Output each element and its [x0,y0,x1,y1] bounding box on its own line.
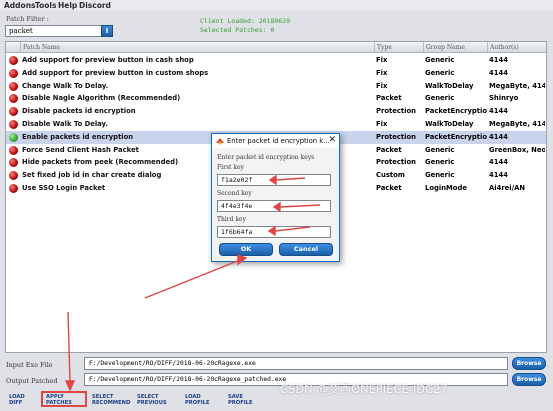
save-profile-button[interactable]: SAVE PROFILE [225,393,265,409]
browse-output-button[interactable]: Browse [512,373,546,386]
patch-filter-label: Patch Filter : [6,15,49,23]
watermark: CSDN @艾西ONEPIECE-IDC27 [280,382,448,396]
enabled-status-icon[interactable] [9,132,18,142]
table-row[interactable]: Disable Walk To Delay. Fix WalkToDelay Mega… [6,118,546,131]
type-cell: Packet [376,184,402,192]
type-cell: Fix [376,68,388,77]
load-profile-button[interactable]: LOAD PROFILE [182,393,222,409]
group-cell: PacketEncryption [425,132,487,141]
third-key-input[interactable]: 1f6b64fa [217,226,331,238]
group-cell: WalkToDelay [425,81,474,90]
author-cell: 4144 [489,56,508,64]
disabled-status-icon[interactable] [9,94,18,104]
disabled-status-icon[interactable] [9,56,18,65]
table-header: Patch Name Type Group Name Author(s) [6,42,546,53]
type-cell: Protection [376,107,416,116]
ok-button[interactable]: OK [219,243,273,256]
table-row[interactable]: Change Walk To Delay. Fix WalkToDelay MegaB… [6,80,546,93]
first-key-input[interactable]: f1a2e02f [217,174,331,186]
disabled-status-icon[interactable] [9,158,18,168]
encryption-keys-dialog: Enter packet id encryption k... ✕ Enter … [211,133,340,262]
type-cell: Fix [376,81,388,90]
group-cell: WalkToDelay [425,120,474,128]
menu-discord[interactable]: Discord [79,1,111,10]
input-exe-label: Input Exe File [6,361,53,369]
author-cell: MegaByte, 4144 [489,81,545,90]
app-icon [216,138,224,145]
type-cell: Packet [376,94,402,103]
disabled-status-icon[interactable] [9,184,18,193]
client-loaded-status: Client Loaded: 20180620 [200,17,291,25]
annotation-arrowhead [64,380,76,392]
type-cell: Protection [376,158,416,167]
patch-name-cell: Add support for preview button in cash s… [22,56,194,64]
third-key-label: Third key [217,216,246,223]
type-cell: Custom [376,171,405,180]
author-cell: MegaByte, 4144 [489,120,545,128]
load-diff-button[interactable]: LOAD DIFF [6,393,46,409]
select-previous-button[interactable]: SELECT PREVIOUS [134,393,174,409]
second-key-label: Second key [217,190,252,197]
patch-name-cell: Disable packets id encryption [22,107,136,116]
type-cell: Protection [376,132,416,141]
header-patch-name[interactable]: Patch Name [20,42,374,53]
table-row[interactable]: Add support for preview button in custom… [6,67,546,80]
disabled-status-icon[interactable] [9,120,18,129]
disabled-status-icon[interactable] [9,171,18,181]
patch-name-cell: Disable Walk To Delay. [22,120,108,128]
group-cell: Generic [425,145,455,154]
dialog-titlebar[interactable]: Enter packet id encryption k... ✕ [212,134,339,148]
group-cell: Generic [425,94,455,103]
group-cell: Generic [425,68,455,77]
author-cell: 4144 [489,158,508,167]
group-cell: Generic [425,56,455,64]
patch-name-cell: Add support for preview button in custom… [22,68,209,77]
table-row[interactable]: Add support for preview button in cash s… [6,54,546,67]
group-cell: Generic [425,158,455,167]
apply-patches-button[interactable]: APPLY PATCHES [41,391,87,407]
input-exe-field[interactable]: F:/Development/RO/DIFF/2018-06-20cRagexe… [84,357,508,370]
select-recommended-button[interactable]: SELECT RECOMMEND [89,393,133,409]
disabled-status-icon[interactable] [9,145,18,155]
disabled-status-icon[interactable] [9,81,18,91]
disabled-status-icon[interactable] [9,107,18,117]
dialog-prompt: Enter packet id encryption keys [217,154,315,161]
group-cell: LoginMode [425,184,467,192]
author-cell: Shinryo [489,94,519,103]
header-authors[interactable]: Author(s) [487,42,546,53]
filter-button[interactable]: I [101,25,113,37]
header-type[interactable]: Type [374,42,423,53]
menu-tools[interactable]: Tools [35,1,56,10]
type-cell: Fix [376,120,388,128]
browse-input-button[interactable]: Browse [512,357,546,370]
close-icon[interactable]: ✕ [328,135,336,145]
menu-bar: Addons Tools Help Discord [0,0,553,11]
author-cell: 4144 [489,132,508,141]
author-cell: 4144 [489,107,508,116]
disabled-status-icon[interactable] [9,68,18,78]
type-cell: Fix [376,56,388,64]
table-row[interactable]: Disable Nagle Algorithm (Recommended) Pac… [6,92,546,105]
author-cell: Ai4rei/AN [489,184,526,192]
patch-filter-input[interactable]: packet [5,25,113,37]
author-cell: 4144 [489,171,508,180]
menu-help[interactable]: Help [58,1,77,10]
selected-patches-status: Selected Patches: 0 [200,26,275,34]
output-patched-label: Output Patched [6,377,58,385]
second-key-input[interactable]: 4f4e3f4e [217,200,331,212]
patch-name-cell: Disable Nagle Algorithm (Recommended) [22,94,181,103]
first-key-label: First key [217,164,244,171]
menu-addons[interactable]: Addons [4,1,36,10]
author-cell: 4144 [489,68,508,77]
group-cell: PacketEncryption [425,107,487,116]
group-cell: Generic [425,171,455,180]
header-group-name[interactable]: Group Name [423,42,487,53]
table-row[interactable]: Disable packets id encryption Protection P… [6,105,546,118]
cancel-button[interactable]: Cancel [279,243,333,256]
patch-name-cell: Change Walk To Delay. [22,81,109,90]
dialog-title: Enter packet id encryption k... [227,137,330,145]
author-cell: GreenBox, Neo [489,145,545,154]
type-cell: Packet [376,145,402,154]
